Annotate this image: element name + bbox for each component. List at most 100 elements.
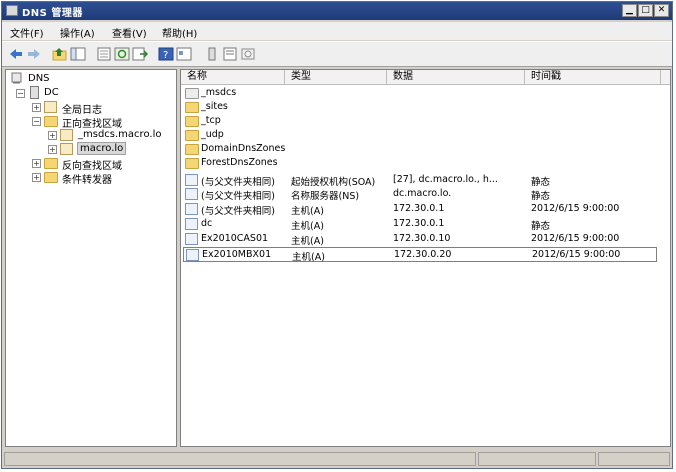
list-item-folder[interactable]: _msdcs <box>185 87 325 101</box>
folder-name: ForestDnsZones <box>201 157 278 168</box>
records-list: 名称 类型 数据 时间戳 _msdcs _sites _tcp _udp Dom… <box>180 69 671 447</box>
list-item-folder[interactable]: _tcp <box>185 115 325 129</box>
record-name: (与父文件夹相同) <box>201 206 275 217</box>
record-timestamp: 静态 <box>531 221 551 232</box>
record-icon <box>185 233 198 245</box>
menu-help[interactable]: 帮助(H) <box>162 25 197 40</box>
expand-macro-zone-toggle[interactable]: + <box>48 145 57 154</box>
list-icon[interactable] <box>222 47 238 61</box>
column-header-timestamp[interactable]: 时间戳 <box>525 70 661 85</box>
record-name: Ex2010CAS01 <box>201 233 269 244</box>
record-data: 172.30.0.1 <box>393 203 445 214</box>
folder-icon <box>44 116 58 127</box>
window-title: DNS 管理器 <box>22 8 83 19</box>
menu-action[interactable]: 操作(A) <box>60 25 95 40</box>
tree-label: 全局日志 <box>62 105 102 116</box>
tree-label-dc: DC <box>44 87 59 98</box>
record-type: 名称服务器(NS) <box>291 191 360 202</box>
zone-icon <box>60 143 73 155</box>
menu-bar: 文件(F) 操作(A) 查看(V) 帮助(H) <box>2 22 672 40</box>
list-item-folder[interactable]: _udp <box>185 129 325 143</box>
record-timestamp: 2012/6/15 9:00:00 <box>531 233 620 244</box>
record-name: dc <box>201 218 213 229</box>
folder-icon <box>185 88 199 99</box>
folder-icon <box>185 144 199 155</box>
up-icon[interactable] <box>52 47 68 61</box>
console-tree: DNS − DC + 全局日志 − 正向查找区域 + _msdcs.macro.… <box>5 69 177 447</box>
folder-icon <box>44 172 58 183</box>
server-icon[interactable] <box>204 47 220 61</box>
folder-icon <box>185 158 199 169</box>
export-icon[interactable] <box>132 47 148 61</box>
title-bar: DNS 管理器 ▁ □ ✕ <box>2 2 672 20</box>
list-item-folder[interactable]: _sites <box>185 101 325 115</box>
folder-icon <box>185 116 199 127</box>
record-data: 172.30.0.1 <box>393 218 445 229</box>
record-data: 172.30.0.20 <box>394 249 452 260</box>
folder-name: _udp <box>201 129 224 140</box>
record-timestamp: 2012/6/15 9:00:00 <box>532 249 621 260</box>
collapse-forward-zones-toggle[interactable]: − <box>32 117 41 126</box>
folder-name: _tcp <box>201 115 221 126</box>
close-button[interactable]: ✕ <box>654 4 669 17</box>
status-segment-main <box>4 452 476 466</box>
record-type: 主机(A) <box>291 236 324 247</box>
record-type: 主机(A) <box>291 206 324 217</box>
table-row-focused[interactable]: Ex2010MBX01 主机(A) 172.30.0.20 2012/6/15 … <box>183 247 657 263</box>
record-type: 起始授权机构(SOA) <box>291 177 376 188</box>
svg-text:?: ? <box>163 50 168 61</box>
folder-name: _msdcs <box>201 87 237 98</box>
filter-icon[interactable] <box>240 47 256 61</box>
back-icon[interactable] <box>8 47 24 61</box>
status-bar <box>2 450 672 468</box>
expand-msdcs-zone-toggle[interactable]: + <box>48 131 57 140</box>
record-icon <box>185 174 198 186</box>
minimize-button[interactable]: ▁ <box>622 4 637 17</box>
folder-name: _sites <box>201 101 228 112</box>
column-header-type[interactable]: 类型 <box>285 70 387 85</box>
forward-icon[interactable] <box>26 47 42 61</box>
record-timestamp: 2012/6/15 9:00:00 <box>531 203 620 214</box>
tree-label: 条件转发器 <box>62 175 112 186</box>
tree-label-dns: DNS <box>28 73 50 84</box>
event-log-icon <box>44 101 57 113</box>
record-data: 172.30.0.10 <box>393 233 451 244</box>
record-data: dc.macro.lo. <box>393 188 452 199</box>
menu-view[interactable]: 查看(V) <box>112 25 147 40</box>
view-icon[interactable] <box>176 47 192 61</box>
record-type: 主机(A) <box>292 252 325 263</box>
dns-root-icon <box>11 72 22 84</box>
dns-manager-window: DNS 管理器 ▁ □ ✕ 文件(F) 操作(A) 查看(V) 帮助(H) ? … <box>1 1 673 469</box>
record-icon <box>185 188 198 200</box>
menu-file[interactable]: 文件(F) <box>10 25 44 40</box>
record-icon <box>185 203 198 215</box>
expand-conditional-forwarders-toggle[interactable]: + <box>32 173 41 182</box>
record-icon <box>185 218 198 230</box>
tree-label: 反向查找区域 <box>62 161 122 172</box>
list-item-folder[interactable]: DomainDnsZones <box>185 143 325 157</box>
record-data: [27], dc.macro.lo., h... <box>393 174 498 185</box>
folder-name: DomainDnsZones <box>201 143 286 154</box>
properties-icon[interactable] <box>96 47 112 61</box>
column-header-name[interactable]: 名称 <box>181 70 285 85</box>
record-name: (与父文件夹相同) <box>201 191 275 202</box>
expand-global-logs-toggle[interactable]: + <box>32 103 41 112</box>
server-icon <box>30 86 39 99</box>
maximize-button[interactable]: □ <box>638 4 653 17</box>
column-header-data[interactable]: 数据 <box>387 70 525 85</box>
record-name: (与父文件夹相同) <box>201 177 275 188</box>
tree-label: 正向查找区域 <box>62 119 122 130</box>
refresh-icon[interactable] <box>114 47 130 61</box>
column-header-filler <box>661 70 670 85</box>
dns-app-icon <box>6 5 18 16</box>
collapse-dc-toggle[interactable]: − <box>16 89 25 98</box>
expand-reverse-zones-toggle[interactable]: + <box>32 159 41 168</box>
toolbar: ? <box>2 41 672 67</box>
list-item-folder[interactable]: ForestDnsZones <box>185 157 325 171</box>
help-icon[interactable]: ? <box>158 47 174 61</box>
tree-label: _msdcs.macro.lo <box>78 129 162 140</box>
record-icon <box>186 249 199 261</box>
tree-label-selected: macro.lo <box>77 142 127 155</box>
show-tree-icon[interactable] <box>70 47 86 61</box>
folder-icon <box>185 102 199 113</box>
